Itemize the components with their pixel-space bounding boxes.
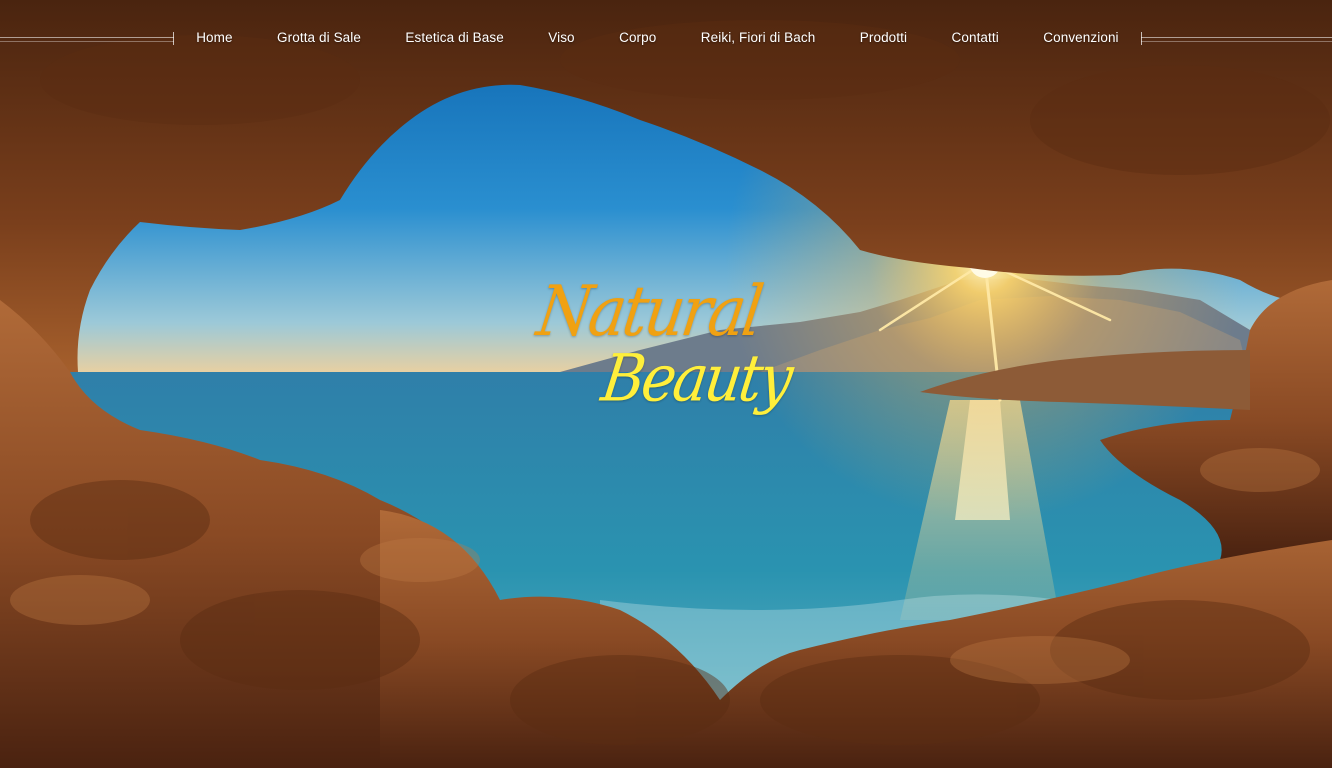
nav-link-estetica-di-base[interactable]: Estetica di Base <box>405 30 503 45</box>
nav-link-grotta-di-sale[interactable]: Grotta di Sale <box>277 30 361 45</box>
nav-item-estetica-di-base: Estetica di Base <box>405 29 503 47</box>
nav-menu: Home Grotta di Sale Estetica di Base Vis… <box>174 28 1141 48</box>
nav-divider-left <box>0 32 174 45</box>
nav-link-home[interactable]: Home <box>196 30 232 45</box>
nav-link-corpo[interactable]: Corpo <box>619 30 656 45</box>
nav-link-contatti[interactable]: Contatti <box>952 30 999 45</box>
logo-line-beauty: Beauty <box>597 340 795 417</box>
nav-item-grotta-di-sale: Grotta di Sale <box>277 29 361 47</box>
main-navigation: Home Grotta di Sale Estetica di Base Vis… <box>0 28 1332 48</box>
nav-item-home: Home <box>196 29 232 47</box>
nav-item-prodotti: Prodotti <box>860 29 907 47</box>
nav-item-reiki-fiori-di-bach: Reiki, Fiori di Bach <box>701 29 816 47</box>
nav-item-viso: Viso <box>548 29 574 47</box>
nav-item-contatti: Contatti <box>952 29 999 47</box>
nav-link-convenzioni[interactable]: Convenzioni <box>1043 30 1118 45</box>
nav-item-corpo: Corpo <box>619 29 656 47</box>
nav-divider-right <box>1141 32 1332 45</box>
nav-link-prodotti[interactable]: Prodotti <box>860 30 907 45</box>
site-logo[interactable]: Natural Beauty <box>533 270 795 440</box>
nav-link-reiki-fiori-di-bach[interactable]: Reiki, Fiori di Bach <box>701 30 816 45</box>
nav-link-viso[interactable]: Viso <box>548 30 574 45</box>
nav-item-convenzioni: Convenzioni <box>1043 29 1118 47</box>
